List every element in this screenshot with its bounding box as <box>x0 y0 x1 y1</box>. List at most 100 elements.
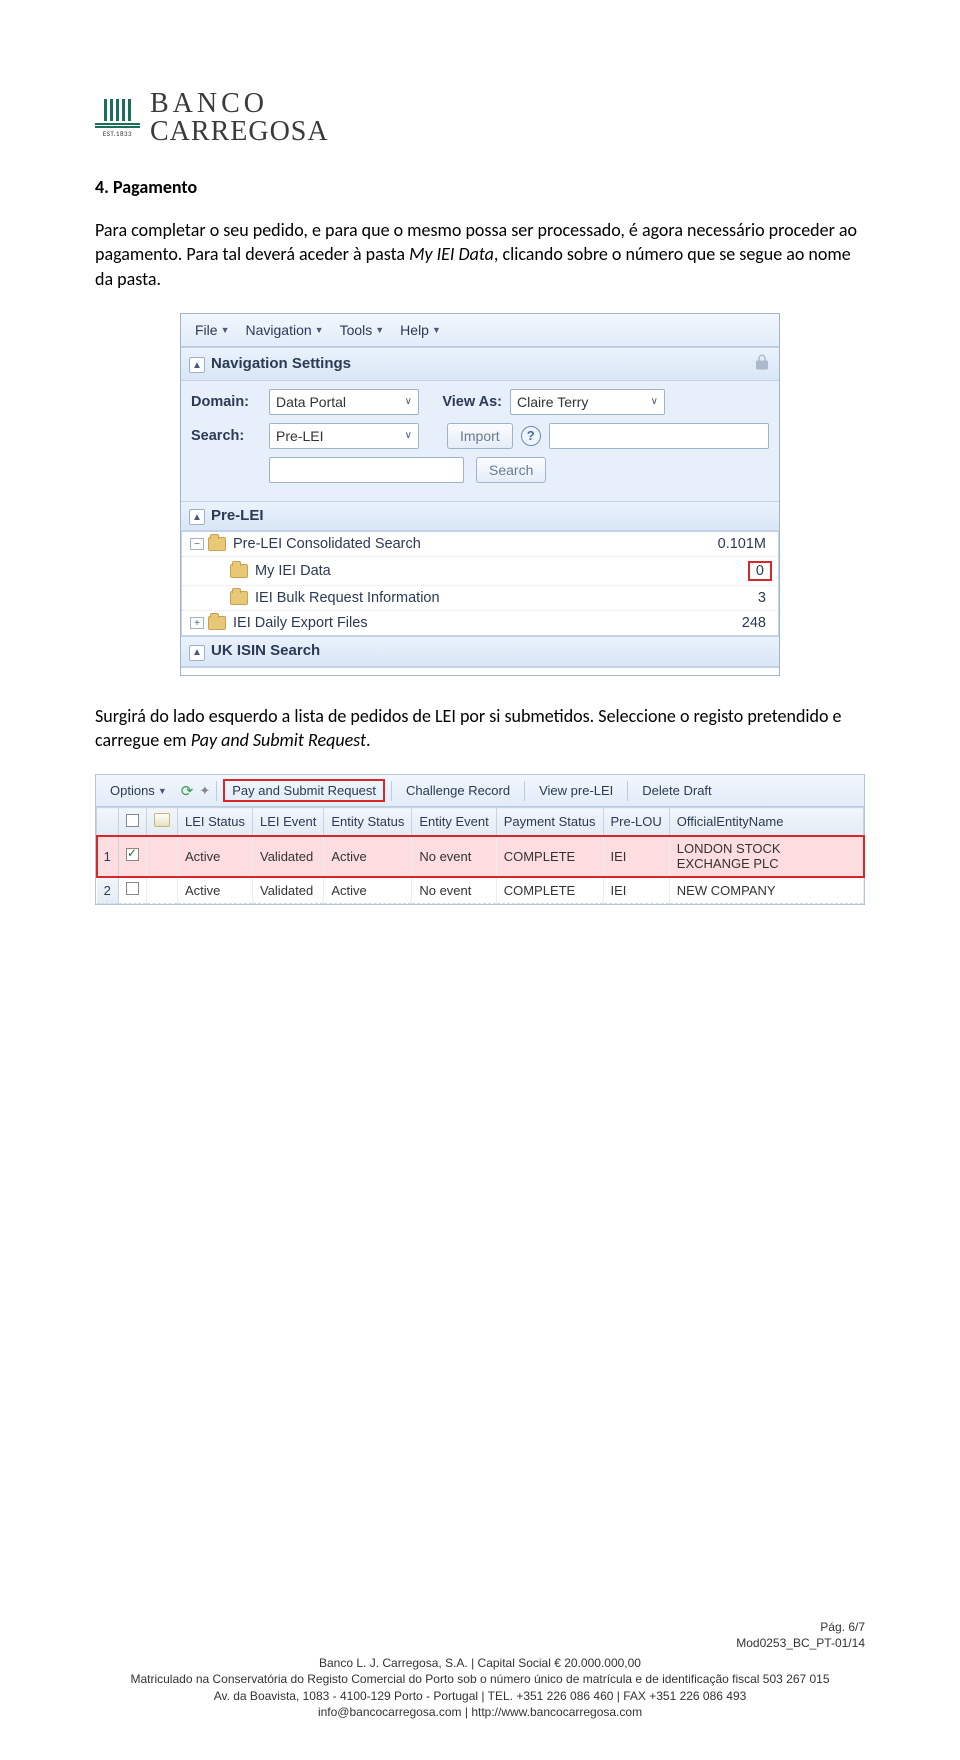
tree-item-consolidated-search[interactable]: − Pre-LEI Consolidated Search 0.101M <box>182 532 778 557</box>
cell-lei-status: Active <box>178 877 253 904</box>
para2-italic: Pay and Submit Request <box>191 729 366 751</box>
col-icon <box>147 808 178 836</box>
cell-lei-status: Active <box>178 836 253 877</box>
menu-file[interactable]: File▼ <box>189 320 235 340</box>
para1-italic: My IEI Data <box>409 243 494 265</box>
panel-title-prelei: Pre-LEI <box>211 507 264 524</box>
footer-page: Pág. 6/7 <box>0 1619 865 1635</box>
col-entity-status[interactable]: Entity Status <box>324 808 412 836</box>
view-prelei-button[interactable]: View pre-LEI <box>531 780 621 801</box>
section-title: 4. Pagamento <box>95 176 865 198</box>
footer-line2: Matriculado na Conservatória do Registo … <box>0 1671 960 1687</box>
tree-item-my-iei-data[interactable]: My IEI Data 0 <box>182 557 778 586</box>
col-checkbox[interactable] <box>119 808 147 836</box>
domain-dropdown[interactable]: Data Portal∨ <box>269 389 419 415</box>
cell-entity-event: No event <box>412 877 496 904</box>
row-number: 2 <box>97 877 119 904</box>
col-lei-status[interactable]: LEI Status <box>178 808 253 836</box>
menu-help[interactable]: Help▼ <box>394 320 447 340</box>
logo-pillars-icon: EST.1833 <box>95 99 140 138</box>
records-table: LEI Status LEI Event Entity Status Entit… <box>96 807 864 904</box>
row-icon-cell <box>147 877 178 904</box>
logo-line1: BANCO <box>150 90 329 118</box>
help-icon[interactable]: ? <box>521 426 541 446</box>
menu-tools[interactable]: Tools▼ <box>334 320 391 340</box>
tree-item-daily-export[interactable]: + IEI Daily Export Files 248 <box>182 611 778 635</box>
chevron-down-icon: ▼ <box>158 786 167 796</box>
panel-header-navigation-settings[interactable]: ▲ Navigation Settings <box>181 347 779 381</box>
checkbox-icon[interactable] <box>126 882 139 895</box>
col-lei-event[interactable]: LEI Event <box>252 808 323 836</box>
collapse-icon[interactable]: ▲ <box>189 509 205 525</box>
viewas-extra-input[interactable] <box>549 423 769 449</box>
folder-icon <box>208 616 226 630</box>
label-domain: Domain: <box>191 394 261 410</box>
chevron-down-icon: ▼ <box>375 325 384 335</box>
panel-title-uk-isin: UK ISIN Search <box>211 642 320 659</box>
screenshot-records-table: Options▼ ⟳ ✦ Pay and Submit Request Chal… <box>95 774 865 905</box>
panel-title-navigation: Navigation Settings <box>211 355 351 372</box>
settings-icon[interactable]: ✦ <box>199 783 210 799</box>
chevron-down-icon: ▼ <box>315 325 324 335</box>
search-input[interactable] <box>269 457 464 483</box>
col-pre-lou[interactable]: Pre-LOU <box>603 808 669 836</box>
cell-lei-event: Validated <box>252 836 323 877</box>
tree-item-bulk-request[interactable]: IEI Bulk Request Information 3 <box>182 586 778 611</box>
viewas-dropdown[interactable]: Claire Terry∨ <box>510 389 665 415</box>
panel-header-prelei[interactable]: ▲ Pre-LEI <box>181 501 779 532</box>
chevron-down-icon: ∨ <box>651 396 658 407</box>
panel-header-uk-isin[interactable]: ▲ UK ISIN Search <box>181 636 779 667</box>
chevron-down-icon: ▼ <box>221 325 230 335</box>
minus-icon[interactable]: − <box>190 538 204 550</box>
menu-navigation[interactable]: Navigation▼ <box>239 320 329 340</box>
pay-submit-button[interactable]: Pay and Submit Request <box>223 779 385 802</box>
cell-official-name: LONDON STOCK EXCHANGE PLC <box>669 836 863 877</box>
separator <box>627 781 628 801</box>
tree-prelei: − Pre-LEI Consolidated Search 0.101M My … <box>181 531 779 636</box>
plus-icon[interactable]: + <box>190 617 204 629</box>
cell-payment-status: COMPLETE <box>496 836 603 877</box>
separator <box>524 781 525 801</box>
row-number: 1 <box>97 836 119 877</box>
logo-est-text: EST.1833 <box>95 129 140 138</box>
cell-pre-lou: IEI <box>603 836 669 877</box>
collapse-icon[interactable]: ▲ <box>189 357 205 373</box>
screenshot-navigation-panel: File▼ Navigation▼ Tools▼ Help▼ ▲ Navigati… <box>180 313 780 676</box>
row-icon-cell <box>147 836 178 877</box>
page-footer: Pág. 6/7 Mod0253_BC_PT-01/14 Banco L. J.… <box>0 1619 960 1720</box>
separator <box>391 781 392 801</box>
options-menu[interactable]: Options▼ <box>102 780 175 801</box>
label-viewas: View As: <box>427 394 502 410</box>
row-checkbox[interactable] <box>119 877 147 904</box>
cell-pre-lou: IEI <box>603 877 669 904</box>
folder-icon <box>230 591 248 605</box>
col-official-name[interactable]: OfficialEntityName <box>669 808 863 836</box>
row-checkbox[interactable] <box>119 836 147 877</box>
cell-entity-status: Active <box>324 836 412 877</box>
cell-payment-status: COMPLETE <box>496 877 603 904</box>
search-type-dropdown[interactable]: Pre-LEI∨ <box>269 423 419 449</box>
para2-b: . <box>366 729 371 751</box>
challenge-record-button[interactable]: Challenge Record <box>398 780 518 801</box>
delete-draft-button[interactable]: Delete Draft <box>634 780 719 801</box>
import-button[interactable]: Import <box>447 423 513 449</box>
navigation-settings-body: Domain: Data Portal∨ View As: Claire Ter… <box>181 381 779 501</box>
highlighted-count[interactable]: 0 <box>748 561 772 581</box>
chevron-down-icon: ▼ <box>432 325 441 335</box>
search-button[interactable]: Search <box>476 457 546 483</box>
checkbox-icon[interactable] <box>126 814 139 827</box>
table-row[interactable]: 1 Active Validated Active No event COMPL… <box>97 836 864 877</box>
table-toolbar: Options▼ ⟳ ✦ Pay and Submit Request Chal… <box>96 775 864 807</box>
logo-line2: CARREGOSA <box>150 118 329 146</box>
menubar: File▼ Navigation▼ Tools▼ Help▼ <box>181 314 779 347</box>
refresh-icon[interactable]: ⟳ <box>181 782 194 800</box>
footer-line3: Av. da Boavista, 1083 - 4100-129 Porto -… <box>0 1688 960 1704</box>
folder-icon <box>208 537 226 551</box>
collapse-icon[interactable]: ▲ <box>189 645 205 661</box>
checkbox-checked-icon[interactable] <box>126 848 139 861</box>
col-payment-status[interactable]: Payment Status <box>496 808 603 836</box>
folder-icon <box>230 564 248 578</box>
bank-logo: EST.1833 BANCO CARREGOSA <box>95 90 865 146</box>
col-entity-event[interactable]: Entity Event <box>412 808 496 836</box>
table-row[interactable]: 2 Active Validated Active No event COMPL… <box>97 877 864 904</box>
